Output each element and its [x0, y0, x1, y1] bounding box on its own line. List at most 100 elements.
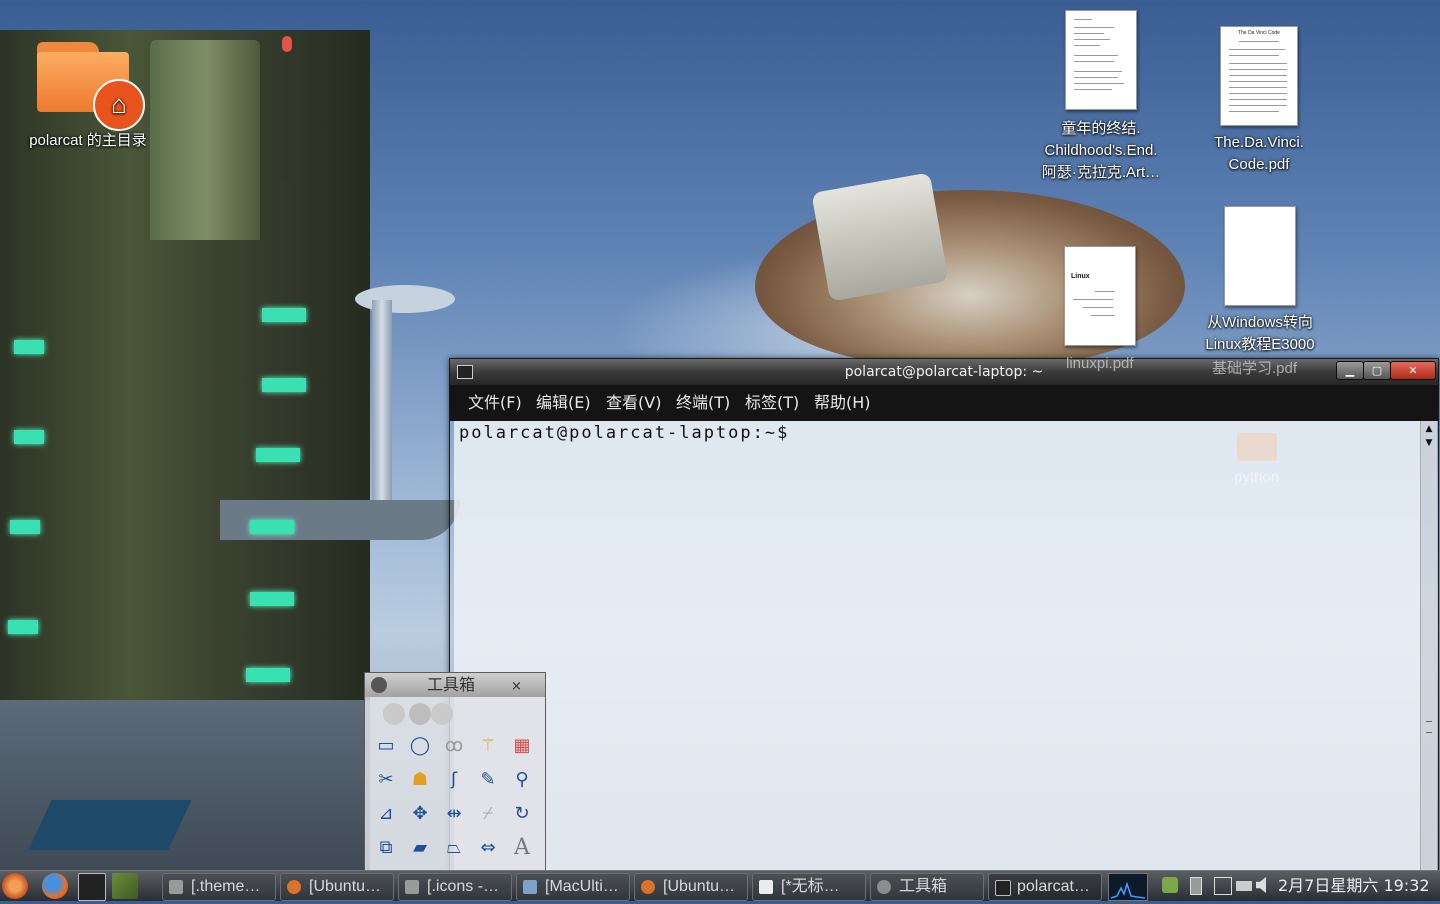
- free-select-icon[interactable]: ꝏ: [441, 733, 467, 759]
- taskbar-item[interactable]: [MacUlti…: [516, 873, 630, 901]
- update-icon[interactable]: [1162, 877, 1178, 893]
- wallpaper-light: [250, 520, 294, 534]
- wallpaper-spaceship-top: [811, 172, 949, 302]
- measure-icon[interactable]: ⊿: [373, 801, 399, 827]
- image-viewer-icon: [523, 880, 537, 894]
- wallpaper-light: [262, 378, 306, 392]
- scissors-icon[interactable]: ✂: [373, 767, 399, 793]
- text-icon[interactable]: A: [509, 835, 535, 861]
- book-icon[interactable]: [112, 873, 138, 899]
- folder-icon: ⌂: [37, 38, 145, 131]
- taskbar-item[interactable]: [Ubuntu…: [634, 873, 748, 901]
- foreground-select-icon[interactable]: ☗: [407, 767, 433, 793]
- pdf-document-icon: The Da Vinci Code: [1220, 26, 1298, 126]
- taskbar-item[interactable]: [.icons -…: [398, 873, 512, 901]
- desktop-file-da-vinci-code[interactable]: The Da Vinci Code The.Da.Vinci. Code.pdf: [1196, 26, 1322, 176]
- rect-select-icon[interactable]: ▭: [373, 733, 399, 759]
- crop-icon[interactable]: ⌿: [475, 801, 501, 827]
- ellipse-select-icon[interactable]: ◯: [407, 733, 433, 759]
- wallpaper-light: [262, 308, 306, 322]
- taskbar-item-active[interactable]: polarcat…: [988, 873, 1102, 901]
- rotate-icon[interactable]: ↻: [509, 801, 535, 827]
- minimize-button[interactable]: ▁: [1336, 361, 1364, 380]
- move-icon[interactable]: ✥: [407, 801, 433, 827]
- menu-edit[interactable]: 编辑(E): [536, 385, 591, 421]
- system-monitor-icon[interactable]: [1108, 873, 1148, 901]
- taskbar-item[interactable]: [*无标…: [752, 873, 866, 901]
- maximize-button[interactable]: ▢: [1363, 361, 1391, 380]
- ghost-file-label: linuxpi.pdf: [1066, 355, 1134, 372]
- scale-icon[interactable]: ⧉: [373, 835, 399, 861]
- wallpaper-light: [10, 520, 40, 534]
- clock[interactable]: 2月7日星期六 19:32: [1278, 871, 1430, 901]
- terminal-content[interactable]: polarcat@polarcat-laptop:~$ python: [454, 421, 1420, 871]
- menu-terminal[interactable]: 终端(T): [676, 385, 730, 421]
- folder-icon: [1236, 433, 1277, 461]
- firefox-icon: [641, 880, 655, 894]
- color-select-icon[interactable]: ▦: [509, 733, 535, 759]
- taskbar-item[interactable]: [Ubuntu…: [280, 873, 394, 901]
- fuzzy-select-icon[interactable]: ⚚: [475, 733, 501, 759]
- align-icon[interactable]: ⇹: [441, 801, 467, 827]
- terminal-prompt: polarcat@polarcat-laptop:~$: [459, 423, 790, 443]
- folder-icon: [405, 880, 419, 894]
- desktop-file-childhoods-end[interactable]: 童年的终结. Childhood's.End. 阿瑟·克拉克.Art…: [1030, 10, 1172, 184]
- close-button[interactable]: ✕: [1390, 361, 1436, 380]
- home-icon: ⌂: [93, 79, 145, 131]
- home-folder-label: polarcat 的主目录: [29, 132, 147, 149]
- gimp-icon: [371, 677, 387, 693]
- desktop-file-windows-to-linux[interactable]: 从Windows转向 Linux教程E3000: [1190, 206, 1330, 356]
- gimp-toolbox-window[interactable]: 工具箱 × ▭ ◯ ꝏ ⚚ ▦ ✂ ☗ ʃ ✎ ⚲ ⊿ ✥ ⇹ ⌿ ↻ ⧉ ▰ …: [364, 672, 546, 872]
- shear-icon[interactable]: ▰: [407, 835, 433, 861]
- ubuntu-menu-icon[interactable]: [2, 873, 28, 899]
- terminal-window[interactable]: polarcat@polarcat-laptop: ~ ▁ ▢ ✕ 文件(F) …: [449, 355, 1439, 872]
- file-label-line: Childhood's.End.: [1044, 142, 1158, 159]
- bottom-panel: [.theme… [Ubuntu… [.icons -… [MacUlti… […: [0, 870, 1440, 901]
- battery-icon[interactable]: [1190, 877, 1202, 895]
- pdf-document-icon: Linux: [1064, 246, 1136, 346]
- flip-icon[interactable]: ⇔: [475, 835, 501, 861]
- wallpaper-spire: [284, 40, 290, 180]
- desktop-file-linuxpi[interactable]: Linux: [1050, 246, 1150, 346]
- toolbox-close-button[interactable]: ×: [511, 675, 522, 699]
- file-label-line: 阿瑟·克拉克.Art…: [1041, 164, 1161, 181]
- wallpaper-spire-light: [282, 36, 292, 52]
- toolbox-titlebar[interactable]: 工具箱 ×: [365, 673, 545, 697]
- terminal-icon[interactable]: [78, 873, 106, 901]
- wallpaper-distant-tower-top: [355, 285, 455, 313]
- thumbnail-title: The Da Vinci Code: [1238, 30, 1280, 36]
- terminal-menubar: 文件(F) 编辑(E) 查看(V) 终端(T) 标签(T) 帮助(H): [450, 385, 1438, 421]
- wallpaper-pool: [28, 800, 192, 850]
- text-editor-icon: [759, 880, 773, 894]
- firefox-icon: [287, 880, 301, 894]
- volume-icon[interactable]: [1256, 877, 1266, 893]
- scroll-down-arrow-icon[interactable]: ▼: [1423, 437, 1435, 449]
- ghost-file-label: 基础学习.pdf: [1212, 360, 1298, 377]
- taskbar-item[interactable]: 工具箱: [870, 873, 984, 901]
- toolbox-title: 工具箱: [427, 675, 476, 694]
- zoom-icon[interactable]: ⚲: [509, 767, 535, 793]
- ghost-folder-python: python: [1234, 433, 1279, 486]
- wallpaper-light: [14, 340, 44, 354]
- scroll-grip[interactable]: [1426, 721, 1432, 733]
- menu-tabs[interactable]: 标签(T): [745, 385, 799, 421]
- color-picker-icon[interactable]: ✎: [475, 767, 501, 793]
- file-label-line: 从Windows转向: [1207, 314, 1313, 331]
- taskbar-item[interactable]: [.theme…: [162, 873, 276, 901]
- perspective-icon[interactable]: ⏢: [441, 835, 467, 861]
- wallpaper-distant-tower: [372, 300, 392, 510]
- terminal-scrollbar[interactable]: ▲ ▼: [1420, 421, 1437, 871]
- file-label-line: Code.pdf: [1228, 156, 1290, 173]
- wallpaper-tower-top: [150, 40, 260, 240]
- wallpaper-light: [14, 430, 44, 444]
- paths-icon[interactable]: ʃ: [441, 767, 467, 793]
- firefox-icon[interactable]: [42, 873, 68, 899]
- pdf-document-icon: [1065, 10, 1137, 110]
- scroll-up-arrow-icon[interactable]: ▲: [1423, 423, 1435, 435]
- menu-file[interactable]: 文件(F): [468, 385, 522, 421]
- menu-help[interactable]: 帮助(H): [814, 385, 871, 421]
- network-icon[interactable]: [1214, 877, 1232, 895]
- wilber-drop-area[interactable]: [373, 703, 533, 729]
- menu-view[interactable]: 查看(V): [606, 385, 661, 421]
- display-icon[interactable]: [1236, 881, 1252, 891]
